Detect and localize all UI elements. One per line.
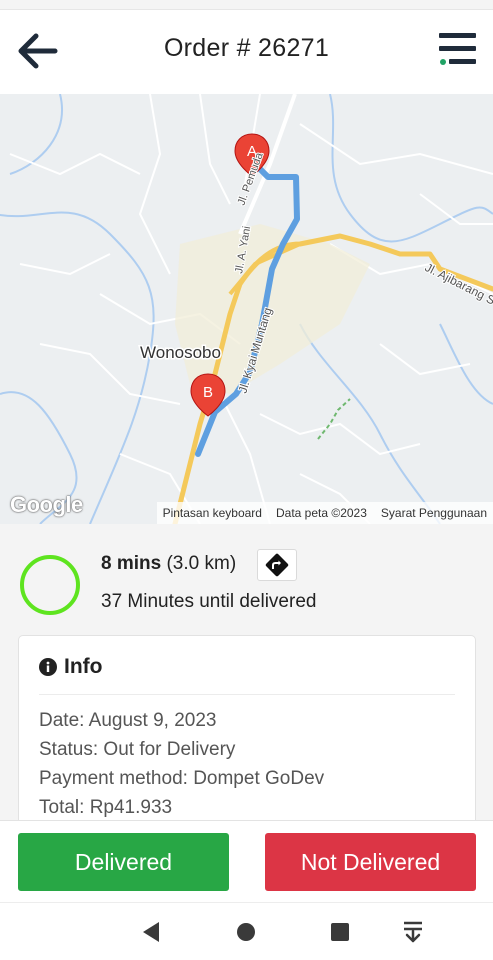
order-total: Total: Rp41.933 [39,797,173,818]
info-card: Info Date: August 9, 2023 Status: Out fo… [18,635,476,820]
system-notifications-button[interactable] [398,917,428,947]
directions-icon [265,553,289,577]
divider [39,694,455,695]
order-status: Status: Out for Delivery [39,739,236,760]
status-bar [0,0,493,10]
map-attribution: Pintasan keyboard Data peta ©2023 Syarat… [156,502,493,524]
payment-method: Payment method: Dompet GoDev [39,768,325,789]
info-title: Info [64,655,103,678]
square-recents-icon [331,923,349,941]
not-delivered-button[interactable]: Not Delivered [265,833,476,891]
system-recents-button[interactable] [325,917,355,947]
system-back-button[interactable] [136,917,166,947]
eta-until: 37 Minutes until delivered [101,591,317,612]
marker-b-label: B [203,384,213,401]
pull-down-icon [404,921,422,943]
order-date: Date: August 9, 2023 [39,710,217,731]
info-header: Info [39,655,102,679]
city-label: Wonosobo [140,343,221,362]
progress-ring [20,555,80,615]
directions-button[interactable] [257,549,297,581]
action-bar: Delivered Not Delivered [0,820,493,902]
keyboard-shortcuts-link[interactable]: Pintasan keyboard [163,506,262,520]
system-home-button[interactable] [231,917,261,947]
order-details: 8 mins (3.0 km) 37 Minutes until deliver… [0,524,493,820]
route-map[interactable]: A B Wonosobo Jl. Pemuda Jl. A. Yani Jl. … [0,94,493,524]
system-navigation-bar [0,902,493,960]
eta-distance: (3.0 km) [166,553,237,574]
eta-mins: 8 mins [101,553,162,574]
eta-summary: 8 mins (3.0 km) [101,553,236,575]
top-app-bar: Order # 26271 [0,10,493,94]
delivered-button[interactable]: Delivered [18,833,229,891]
info-circle-icon [39,658,57,676]
map-canvas[interactable]: A B Wonosobo Jl. Pemuda Jl. A. Yani Jl. … [0,94,493,524]
page-title: Order # 26271 [163,34,330,62]
triangle-back-icon [143,922,159,942]
map-data-link[interactable]: Data peta ©2023 [276,506,367,520]
circle-home-icon [237,923,255,941]
terms-link[interactable]: Syarat Penggunaan [381,506,487,520]
google-logo: Google [10,492,83,517]
menu-button[interactable] [435,30,479,70]
